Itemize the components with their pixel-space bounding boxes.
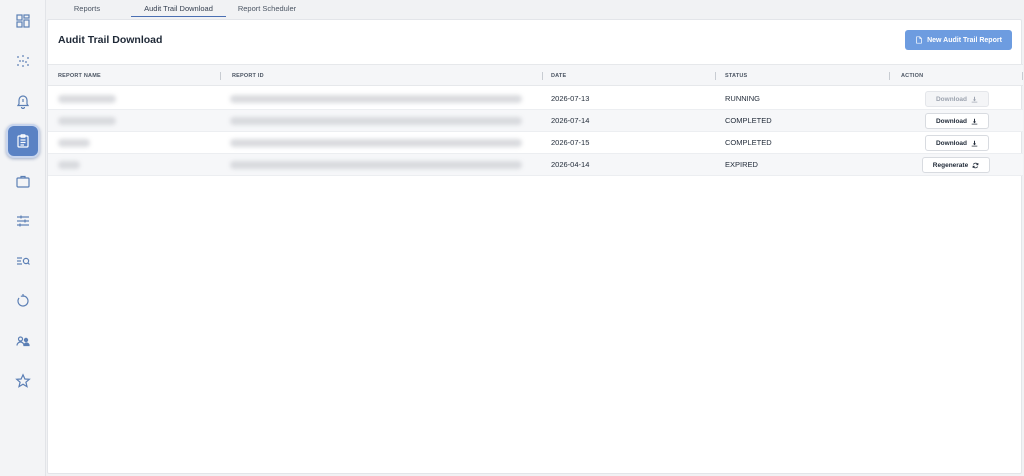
column-divider[interactable] xyxy=(1022,72,1023,80)
redacted-report-name xyxy=(58,117,116,125)
column-header-date[interactable]: DATE xyxy=(551,65,566,87)
users-icon[interactable] xyxy=(6,326,40,356)
table-row: 2026-07-13 RUNNING Download xyxy=(48,88,1023,110)
column-header-report-name[interactable]: REPORT NAME xyxy=(58,65,101,87)
dashboard-grid-icon[interactable] xyxy=(6,6,40,36)
regenerate-button-label: Regenerate xyxy=(932,161,969,169)
download-button-label: Download xyxy=(935,95,968,103)
clipboard-report-icon[interactable] xyxy=(6,124,40,158)
redacted-report-id xyxy=(230,117,522,125)
table-row: 2026-07-14 COMPLETED Download xyxy=(48,110,1023,132)
tab-bar: Reports Audit Trail Download Report Sche… xyxy=(47,0,1024,19)
regenerate-button[interactable]: Regenerate xyxy=(922,157,990,173)
table-header: REPORT NAME REPORT ID DATE STATUS ACTION xyxy=(48,64,1023,86)
column-header-report-id[interactable]: REPORT ID xyxy=(232,65,264,87)
column-divider[interactable] xyxy=(889,72,890,80)
new-audit-trail-report-label: New Audit Trail Report xyxy=(927,36,1002,44)
redacted-report-id xyxy=(230,161,522,169)
row-date: 2026-07-14 xyxy=(551,116,590,125)
page-title: Audit Trail Download xyxy=(58,34,163,46)
column-divider[interactable] xyxy=(542,72,543,80)
column-header-action[interactable]: ACTION xyxy=(901,65,923,87)
briefcase-icon[interactable] xyxy=(6,166,40,196)
column-header-status[interactable]: STATUS xyxy=(725,65,747,87)
search-list-icon[interactable] xyxy=(6,246,40,276)
download-icon xyxy=(971,118,978,124)
row-status: COMPLETED xyxy=(725,116,772,125)
refresh-history-icon[interactable] xyxy=(6,286,40,316)
network-dots-icon[interactable] xyxy=(6,46,40,76)
redacted-report-name xyxy=(58,139,90,147)
row-status: RUNNING xyxy=(725,94,760,103)
star-icon[interactable] xyxy=(6,366,40,396)
table-row: 2026-07-15 COMPLETED Download xyxy=(48,132,1023,154)
download-button[interactable]: Download xyxy=(925,113,989,129)
redacted-report-id xyxy=(230,95,522,103)
row-date: 2026-04-14 xyxy=(551,160,590,169)
redacted-report-name xyxy=(58,95,116,103)
tab-report-scheduler[interactable]: Report Scheduler xyxy=(233,3,301,17)
tab-audit-trail-download[interactable]: Audit Trail Download xyxy=(131,3,226,17)
table-row: 2026-04-14 EXPIRED Regenerate xyxy=(48,154,1023,176)
column-divider[interactable] xyxy=(220,72,221,80)
content-panel: Audit Trail Download New Audit Trail Rep… xyxy=(47,19,1023,474)
row-date: 2026-07-13 xyxy=(551,94,590,103)
new-audit-trail-report-button[interactable]: New Audit Trail Report xyxy=(905,30,1012,50)
column-divider[interactable] xyxy=(715,72,716,80)
redacted-report-id xyxy=(230,139,522,147)
row-date: 2026-07-15 xyxy=(551,138,590,147)
refresh-icon xyxy=(972,162,979,168)
download-icon xyxy=(971,96,978,102)
sidebar xyxy=(0,0,46,476)
download-button-label: Download xyxy=(935,139,968,147)
redacted-report-name xyxy=(58,161,80,169)
row-status: COMPLETED xyxy=(725,138,772,147)
bell-alert-icon[interactable] xyxy=(6,86,40,116)
document-icon xyxy=(916,36,922,44)
sliders-icon[interactable] xyxy=(6,206,40,236)
row-status: EXPIRED xyxy=(725,160,758,169)
download-button-label: Download xyxy=(935,117,968,125)
download-icon xyxy=(971,140,978,146)
tab-reports[interactable]: Reports xyxy=(69,3,105,17)
download-button[interactable]: Download xyxy=(925,91,989,107)
download-button[interactable]: Download xyxy=(925,135,989,151)
